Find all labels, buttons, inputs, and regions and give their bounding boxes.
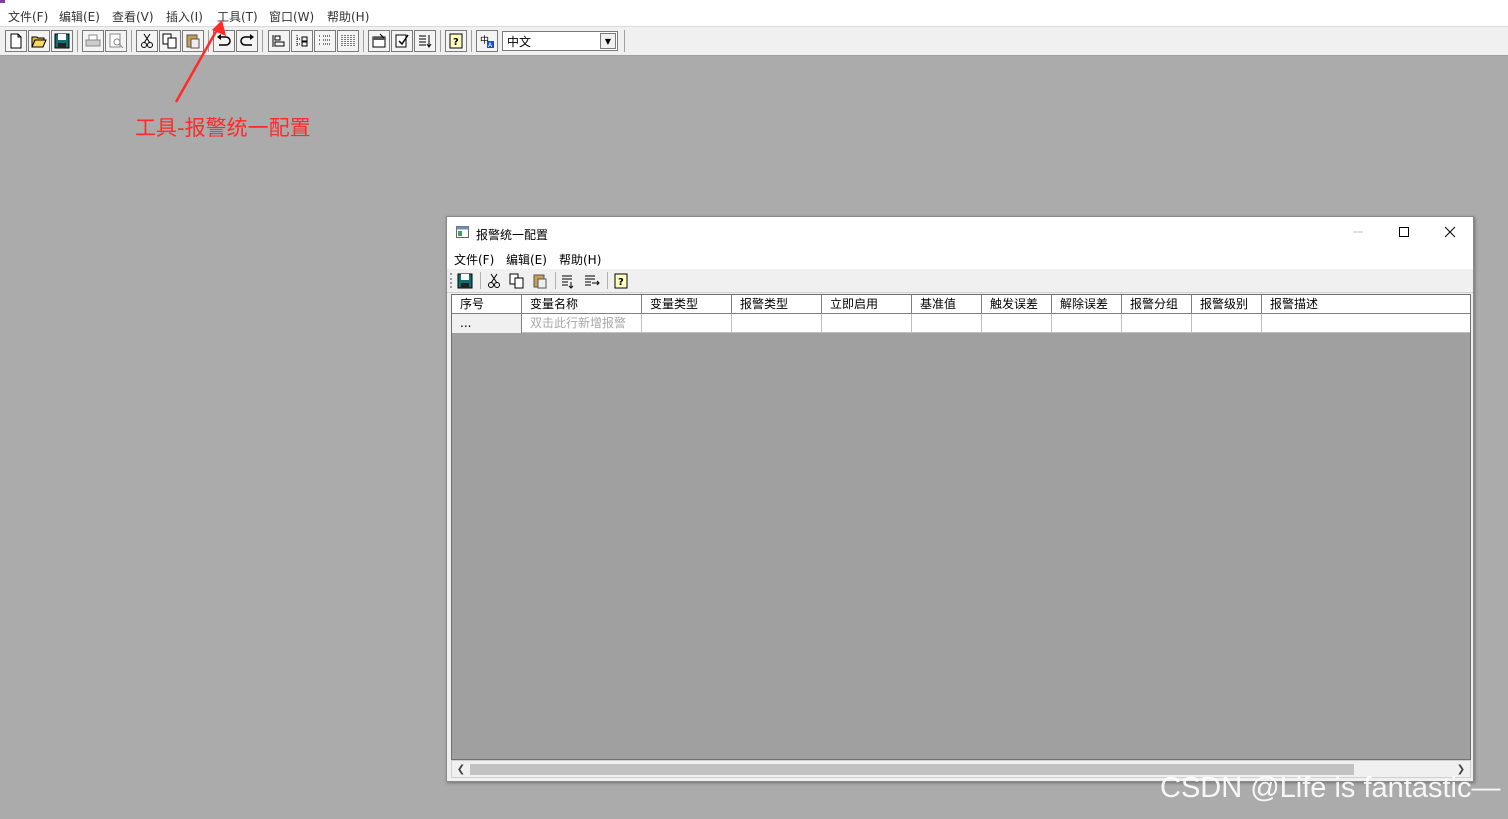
column-header[interactable]: 基准值: [912, 295, 982, 314]
paste-icon[interactable]: [530, 271, 550, 291]
insert-row-icon[interactable]: [559, 271, 579, 291]
trigger-deviation-cell[interactable]: [982, 314, 1052, 333]
close-icon: [1444, 226, 1456, 238]
align-icon[interactable]: [268, 30, 290, 52]
alarm-group-cell[interactable]: [1122, 314, 1192, 333]
annotation-label: 工具-报警统一配置: [135, 116, 311, 140]
enable-now-cell[interactable]: [822, 314, 912, 333]
print-preview-icon[interactable]: [105, 30, 127, 52]
base-value-cell[interactable]: [912, 314, 982, 333]
dialog-menubar: 文件(F) 编辑(E) 帮助(H): [447, 249, 1473, 269]
save-icon[interactable]: [51, 30, 73, 52]
copy-icon[interactable]: [507, 271, 527, 291]
minimize-icon: [1353, 231, 1363, 233]
dialog-menu-file[interactable]: 文件(F): [454, 251, 494, 268]
table-row-new[interactable]: ... 双击此行新增报警: [452, 314, 1470, 333]
menu-window[interactable]: 窗口(W): [269, 8, 314, 25]
dialog-menu-help[interactable]: 帮助(H): [559, 251, 601, 268]
alarm-level-cell[interactable]: [1192, 314, 1262, 333]
menu-file[interactable]: 文件(F): [8, 8, 48, 25]
grid-header: 序号 变量名称 变量类型 报警类型 立即启用 基准值 触发误差 解除误差 报警分…: [452, 295, 1470, 314]
column-header[interactable]: 变量类型: [642, 295, 732, 314]
cut-icon[interactable]: [484, 271, 504, 291]
open-folder-icon[interactable]: [28, 30, 50, 52]
close-button[interactable]: [1427, 217, 1473, 247]
alarm-config-window: 报警统一配置 文件(F) 编辑(E) 帮助(H) ? 序号 变量名称 变量类型: [446, 216, 1474, 782]
maximize-button[interactable]: [1381, 217, 1427, 247]
column-header[interactable]: 解除误差: [1052, 295, 1122, 314]
help-icon[interactable]: ?: [445, 30, 467, 52]
window-title: 报警统一配置: [476, 228, 549, 242]
menu-help[interactable]: 帮助(H): [327, 8, 369, 25]
row-index-cell[interactable]: ...: [452, 314, 522, 333]
column-header[interactable]: 报警类型: [732, 295, 822, 314]
maximize-icon: [1399, 227, 1409, 237]
release-deviation-cell[interactable]: [1052, 314, 1122, 333]
translate-icon[interactable]: 中A: [476, 30, 498, 52]
check-icon[interactable]: [391, 30, 413, 52]
window-icon: [456, 226, 469, 238]
app-icon: [0, 0, 5, 3]
tree-icon[interactable]: [291, 30, 313, 52]
column-header[interactable]: 报警描述: [1262, 295, 1470, 314]
alarm-grid: 序号 变量名称 变量类型 报警类型 立即启用 基准值 触发误差 解除误差 报警分…: [451, 294, 1471, 760]
column-header[interactable]: 报警分组: [1122, 295, 1192, 314]
append-row-icon[interactable]: [582, 271, 602, 291]
column-header[interactable]: 报警级别: [1192, 295, 1262, 314]
menu-view[interactable]: 查看(V): [112, 8, 154, 25]
cut-icon[interactable]: [136, 30, 158, 52]
alarm-type-cell[interactable]: [732, 314, 822, 333]
column-header[interactable]: 变量名称: [522, 295, 642, 314]
toolbar-grip[interactable]: [450, 273, 452, 288]
dialog-menu-edit[interactable]: 编辑(E): [506, 251, 547, 268]
new-file-icon[interactable]: [5, 30, 27, 52]
menu-edit[interactable]: 编辑(E): [59, 8, 100, 25]
language-value: 中文: [507, 34, 532, 49]
print-icon[interactable]: [82, 30, 104, 52]
properties-icon[interactable]: [368, 30, 390, 52]
language-select[interactable]: 中文 ▼: [502, 31, 618, 51]
scroll-left-icon[interactable]: ❮: [453, 762, 469, 776]
column-header[interactable]: 立即启用: [822, 295, 912, 314]
list-icon[interactable]: [314, 30, 336, 52]
save-icon[interactable]: [455, 271, 475, 291]
column-header[interactable]: 触发误差: [982, 295, 1052, 314]
annotation-arrow: [174, 20, 226, 103]
variable-name-cell[interactable]: 双击此行新增报警: [522, 314, 642, 333]
svg-text:?: ?: [618, 277, 624, 288]
watermark: CSDN @Life is fantastic—: [1160, 772, 1501, 804]
minimize-button[interactable]: [1335, 217, 1381, 247]
svg-text:?: ?: [453, 37, 459, 48]
variable-type-cell[interactable]: [642, 314, 732, 333]
chevron-down-icon[interactable]: ▼: [600, 33, 616, 49]
grid-icon[interactable]: [337, 30, 359, 52]
dialog-toolbar: ?: [447, 269, 1473, 293]
window-titlebar[interactable]: 报警统一配置: [447, 217, 1473, 249]
column-header[interactable]: 序号: [452, 295, 522, 314]
alarm-description-cell[interactable]: [1262, 314, 1470, 333]
help-icon[interactable]: ?: [611, 271, 631, 291]
sort-icon[interactable]: [414, 30, 436, 52]
